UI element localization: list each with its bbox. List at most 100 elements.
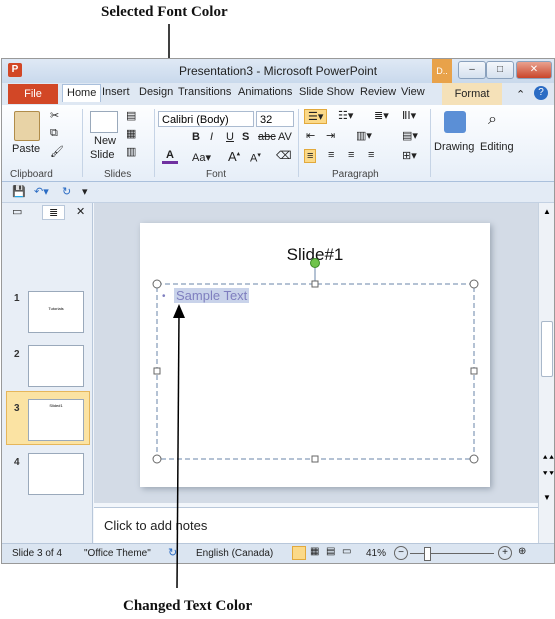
undo-icon[interactable]: ↶▾ (34, 185, 49, 198)
paste-button[interactable]: Paste (12, 143, 40, 155)
layout-icon[interactable]: ▤ (126, 109, 136, 122)
tab-transitions[interactable]: Transitions (178, 86, 231, 98)
smartart-button[interactable]: ⊞▾ (402, 149, 417, 162)
new-slide-button-line1[interactable]: New (94, 135, 116, 147)
normal-view-icon[interactable] (292, 546, 306, 560)
tab-view[interactable]: View (401, 86, 425, 98)
slides-tab-icon[interactable]: ▭ (12, 205, 22, 218)
slide-thumbnail-3[interactable]: Slide#1 (28, 399, 84, 441)
group-label-clipboard: Clipboard (10, 169, 53, 180)
vertical-scrollbar[interactable]: ▲ ⯅⯅ ⯆⯆ ▼ (538, 203, 554, 543)
slide-number-1: 1 (14, 293, 20, 304)
drawing-icon[interactable] (444, 111, 466, 133)
ribbon-tabs: File Home Insert Design Transitions Anim… (2, 83, 554, 105)
font-color-button[interactable]: A (162, 149, 178, 164)
current-slide: Slide#1 • Sample Text (140, 223, 490, 487)
text-direction-button[interactable]: ⅡⅠ▾ (402, 109, 416, 122)
format-painter-icon[interactable]: 🖌 (50, 145, 64, 158)
slide-thumbnail-4[interactable] (28, 453, 84, 495)
zoom-slider[interactable] (410, 553, 494, 554)
tab-home[interactable]: Home (62, 84, 102, 102)
outline-tab-icon[interactable]: ≣ (42, 205, 66, 220)
group-label-font: Font (206, 169, 227, 180)
scroll-up-icon[interactable]: ▲ (539, 207, 554, 216)
editing-button[interactable]: Editing (480, 141, 514, 153)
align-right-button[interactable]: ≡ (348, 149, 354, 161)
tab-insert[interactable]: Insert (102, 86, 130, 98)
find-binoculars-icon[interactable]: ⌕ (488, 111, 497, 129)
underline-button[interactable]: U (226, 131, 234, 143)
zoom-in-icon[interactable]: + (498, 546, 512, 560)
maximize-button[interactable]: □ (486, 61, 514, 79)
justify-button[interactable]: ≡ (368, 149, 374, 161)
new-slide-icon[interactable] (90, 111, 118, 133)
italic-button[interactable]: I (210, 131, 213, 143)
status-zoom-level[interactable]: 41% (366, 548, 386, 559)
fit-slide-icon[interactable]: ⊕ (518, 546, 526, 557)
scroll-thumb[interactable] (541, 321, 553, 377)
slide-number-4: 4 (14, 457, 20, 468)
bold-button[interactable]: B (192, 131, 200, 143)
bullets-button[interactable]: ☰▾ (304, 109, 328, 124)
tab-review[interactable]: Review (360, 86, 396, 98)
scroll-down-icon[interactable]: ▼ (543, 493, 551, 502)
align-center-button[interactable]: ≡ (328, 149, 334, 161)
columns-button[interactable]: ▥▾ (356, 129, 372, 142)
slide-thumbnail-1[interactable]: Tutorials (28, 291, 84, 333)
cut-icon[interactable]: ✂ (50, 109, 59, 122)
group-label-slides: Slides (104, 169, 132, 180)
slideshow-view-icon[interactable]: ▭ (342, 546, 351, 557)
tab-slide-show[interactable]: Slide Show (299, 86, 354, 98)
next-slide-icon[interactable]: ⯆⯆ (542, 469, 554, 479)
shadow-button[interactable]: S (242, 131, 249, 143)
copy-icon[interactable]: ⧉ (50, 127, 58, 140)
line-spacing-button[interactable]: ≣▾ (374, 109, 389, 122)
change-case-button[interactable]: Aa▾ (192, 151, 211, 164)
tab-animations[interactable]: Animations (238, 86, 292, 98)
strikethrough-button[interactable]: abc (258, 131, 276, 143)
tab-file[interactable]: File (8, 84, 58, 104)
customize-qat-icon[interactable]: ▾ (82, 185, 88, 198)
close-pane-icon[interactable]: ✕ (76, 205, 85, 218)
annotation-arrow-bottom (173, 304, 185, 589)
slide-editing-area: Slide#1 • Sample Text (94, 203, 538, 503)
drawing-button[interactable]: Drawing (434, 141, 474, 153)
zoom-out-icon[interactable]: − (394, 546, 408, 560)
tab-design[interactable]: Design (139, 86, 173, 98)
collapse-ribbon-icon[interactable]: ⌃ (516, 88, 525, 101)
new-slide-button-line2[interactable]: Slide (90, 149, 114, 161)
group-label-paragraph: Paragraph (332, 169, 379, 180)
minimize-button[interactable]: – (458, 61, 486, 79)
character-spacing-button[interactable]: AV (278, 131, 292, 143)
annotation-changed-text-color: Changed Text Color (123, 598, 253, 614)
content-placeholder-frame[interactable] (140, 223, 490, 487)
font-name-combo[interactable]: Calibri (Body) (158, 111, 254, 127)
section-icon[interactable]: ▥ (126, 145, 136, 158)
save-icon[interactable]: 💾 (12, 185, 26, 198)
reset-icon[interactable]: ▦ (126, 127, 136, 140)
increase-indent-button[interactable]: ⇥ (326, 129, 335, 142)
help-icon[interactable]: ? (534, 86, 548, 100)
clear-formatting-button[interactable]: ⌫ (276, 149, 292, 162)
redo-icon[interactable]: ↻ (62, 185, 71, 198)
decrease-indent-button[interactable]: ⇤ (306, 129, 315, 142)
sample-text[interactable]: Sample Text (174, 288, 250, 303)
status-theme[interactable]: "Office Theme" (84, 548, 151, 559)
paste-icon[interactable] (14, 111, 40, 141)
slide-sorter-icon[interactable]: ▦ (310, 546, 319, 557)
previous-slide-icon[interactable]: ⯅⯅ (542, 453, 554, 463)
grow-font-button[interactable]: A▴ (228, 149, 240, 164)
numbering-button[interactable]: ☷▾ (338, 109, 353, 122)
status-language[interactable]: English (Canada) (196, 548, 273, 559)
notes-pane[interactable]: Click to add notes (94, 507, 538, 544)
align-text-button[interactable]: ▤▾ (402, 129, 418, 142)
shrink-font-button[interactable]: A▾ (250, 151, 261, 165)
slide-thumbnail-2[interactable] (28, 345, 84, 387)
zoom-slider-thumb[interactable] (424, 547, 431, 561)
ribbon-home: Paste ✂ ⧉ 🖌 Clipboard New Slide ▤ ▦ ▥ Sl… (2, 105, 554, 182)
tab-format[interactable]: Format (442, 83, 502, 105)
reading-view-icon[interactable]: ▤ (326, 546, 335, 557)
font-size-combo[interactable]: 32 (256, 111, 294, 127)
align-left-button[interactable]: ≡ (304, 149, 317, 163)
close-button[interactable]: ✕ (516, 61, 552, 79)
